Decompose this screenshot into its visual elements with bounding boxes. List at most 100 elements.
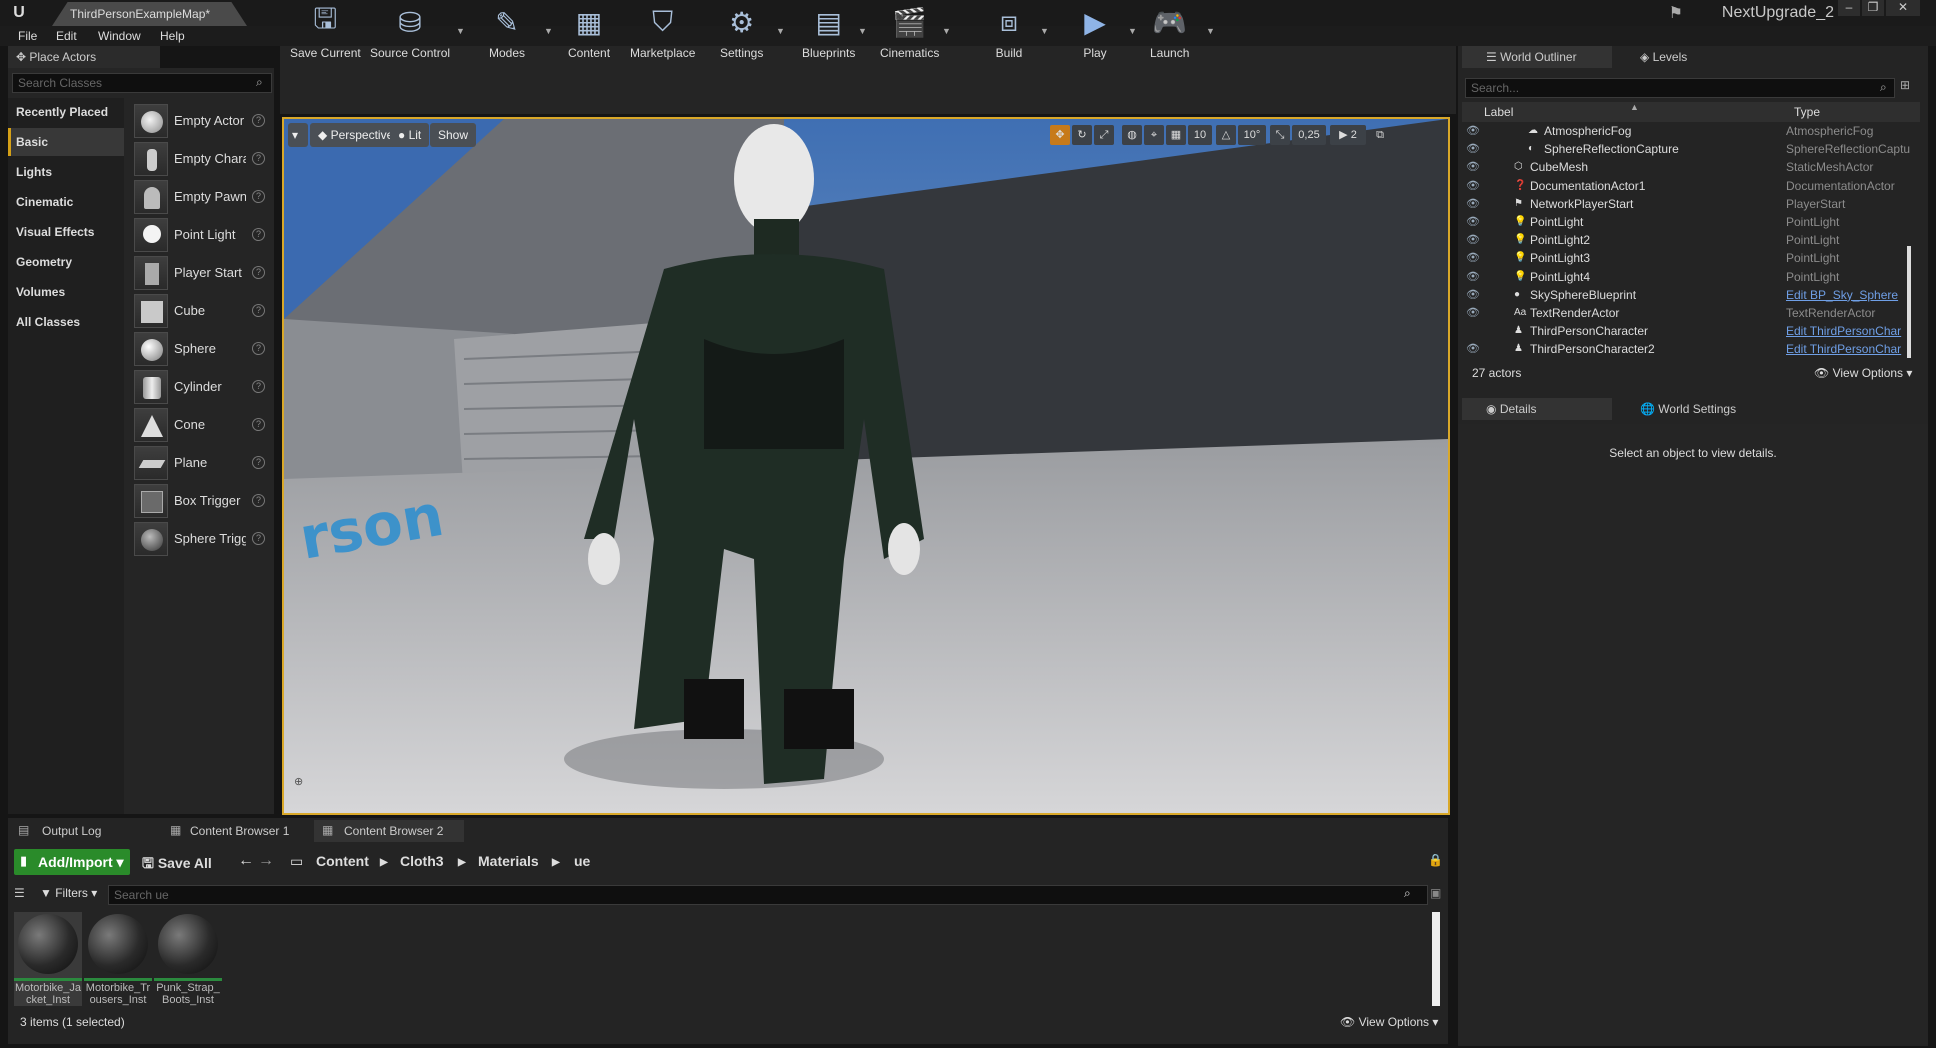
tab-world-settings[interactable]: 🌐 World Settings bbox=[1616, 398, 1756, 420]
actor-item[interactable]: Empty Pawn? bbox=[130, 178, 270, 218]
outliner-row[interactable]: 👁 💡 PointLight4 PointLight bbox=[1462, 268, 1912, 286]
outliner-add-icon[interactable]: ⊞ bbox=[1900, 78, 1910, 92]
outliner-view-options[interactable]: 👁 View Options ▾ bbox=[1814, 366, 1912, 380]
visibility-eye-icon[interactable]: 👁 bbox=[1466, 231, 1480, 249]
actor-item[interactable]: Sphere? bbox=[130, 330, 270, 370]
tab-content-browser-2[interactable]: Content Browser 2 bbox=[314, 820, 464, 842]
visibility-eye-icon[interactable]: 👁 bbox=[1466, 304, 1480, 322]
visibility-eye-icon[interactable]: 👁 bbox=[1466, 340, 1480, 358]
forward-arrow-icon[interactable]: → bbox=[258, 852, 274, 870]
help-icon[interactable]: ? bbox=[252, 266, 265, 279]
help-icon[interactable]: ? bbox=[252, 190, 265, 203]
outliner-row[interactable]: 👁 💡 PointLight2 PointLight bbox=[1462, 231, 1912, 249]
dropdown-arrow-icon[interactable]: ▼ bbox=[776, 26, 785, 36]
category-cinematic[interactable]: Cinematic bbox=[8, 188, 124, 216]
translate-mode-icon[interactable]: ✥ bbox=[1050, 125, 1070, 145]
toolbar-button-modes[interactable]: ✎ Modes bbox=[488, 4, 526, 64]
category-geometry[interactable]: Geometry bbox=[8, 248, 124, 276]
visibility-eye-icon[interactable]: 👁 bbox=[1466, 177, 1480, 195]
toolbar-button-play[interactable]: ▶ Play bbox=[1076, 4, 1114, 64]
save-all-button[interactable]: 🖫 Save All bbox=[142, 853, 212, 877]
outliner-search-input[interactable]: Search... bbox=[1465, 78, 1895, 98]
menu-window[interactable]: Window bbox=[98, 26, 141, 46]
tab-details[interactable]: ◉ Details bbox=[1462, 398, 1612, 420]
menu-help[interactable]: Help bbox=[160, 26, 185, 46]
outliner-row[interactable]: ♟ ThirdPersonCharacter Edit ThirdPersonCha… bbox=[1462, 322, 1912, 340]
outliner-row[interactable]: 👁 ☁ AtmosphericFog AtmosphericFog bbox=[1462, 122, 1912, 140]
world-space-icon[interactable]: ◍ bbox=[1122, 125, 1142, 145]
toolbar-button-save[interactable]: 🖫 Save Current bbox=[290, 3, 361, 64]
help-icon[interactable]: ? bbox=[252, 152, 265, 165]
help-icon[interactable]: ? bbox=[252, 456, 265, 469]
visibility-eye-icon[interactable]: 👁 bbox=[1466, 122, 1480, 140]
breadcrumb-ue[interactable]: ue bbox=[574, 853, 590, 869]
maximize-viewport-icon[interactable]: ⧉ bbox=[1370, 125, 1390, 145]
actor-item[interactable]: Empty Chara? bbox=[130, 140, 270, 180]
edit-blueprint-link[interactable]: Edit ThirdPersonChar bbox=[1786, 340, 1910, 358]
search-classes-input[interactable]: Search Classes bbox=[12, 73, 272, 93]
toolbar-button-source-control[interactable]: ⛁ Source Control bbox=[370, 4, 450, 64]
col-label[interactable]: Label bbox=[1484, 105, 1513, 119]
toolbar-button-settings[interactable]: ⚙ Settings bbox=[720, 4, 763, 64]
rotation-snap-value[interactable]: 10° bbox=[1238, 125, 1266, 145]
category-recently-placed[interactable]: Recently Placed bbox=[8, 98, 124, 126]
show-button[interactable]: Show bbox=[430, 123, 477, 147]
category-lights[interactable]: Lights bbox=[8, 158, 124, 186]
scale-snap-value[interactable]: 0,25 bbox=[1292, 125, 1326, 145]
toolbar-button-build[interactable]: ⧈ Build bbox=[990, 4, 1028, 64]
rotate-mode-icon[interactable]: ↻ bbox=[1072, 125, 1092, 145]
tab-content-browser-1[interactable]: Content Browser 1 bbox=[160, 820, 310, 842]
surface-snap-icon[interactable]: ⌖ bbox=[1144, 125, 1164, 145]
back-arrow-icon[interactable]: ← bbox=[238, 852, 254, 870]
minimize-button[interactable]: – bbox=[1838, 0, 1860, 16]
viewport-options-dropdown[interactable]: ▾ bbox=[288, 123, 308, 147]
tab-levels[interactable]: ◈ Levels bbox=[1616, 46, 1756, 68]
grid-snap-value[interactable]: 10 bbox=[1188, 125, 1212, 145]
notification-flag-icon[interactable]: ⚑ bbox=[1669, 3, 1683, 23]
toolbar-button-launch[interactable]: 🎮 Launch bbox=[1150, 4, 1189, 64]
edit-blueprint-link[interactable]: Edit ThirdPersonChar bbox=[1786, 322, 1910, 340]
help-icon[interactable]: ? bbox=[252, 418, 265, 431]
filters-button[interactable]: ▼ Filters ▾ bbox=[40, 886, 97, 900]
dropdown-arrow-icon[interactable]: ▼ bbox=[1206, 26, 1215, 36]
perspective-button[interactable]: ◆ Perspective bbox=[310, 123, 402, 147]
help-icon[interactable]: ? bbox=[252, 494, 265, 507]
content-settings-icon[interactable]: ▣ bbox=[1430, 886, 1441, 900]
actor-item[interactable]: Point Light? bbox=[130, 216, 270, 256]
actor-item[interactable]: Empty Actor? bbox=[130, 102, 270, 142]
outliner-row[interactable]: 👁 💡 PointLight PointLight bbox=[1462, 213, 1912, 231]
lock-icon[interactable]: 🔒 bbox=[1428, 853, 1443, 867]
menu-file[interactable]: File bbox=[18, 26, 37, 46]
visibility-eye-icon[interactable]: 👁 bbox=[1466, 268, 1480, 286]
asset-tile[interactable]: Motorbike_Jacket_Inst bbox=[14, 912, 82, 1006]
actor-item[interactable]: Player Start? bbox=[130, 254, 270, 294]
outliner-row[interactable]: 👁 ● SkySphereBlueprint Edit BP_Sky_Sphere bbox=[1462, 286, 1912, 304]
outliner-row[interactable]: 👁 ❓ DocumentationActor1 DocumentationActor bbox=[1462, 177, 1912, 195]
actor-item[interactable]: Plane? bbox=[130, 444, 270, 484]
help-icon[interactable]: ? bbox=[252, 228, 265, 241]
content-view-options[interactable]: 👁 View Options ▾ bbox=[1340, 1015, 1438, 1029]
rotation-snap-icon[interactable]: △ bbox=[1216, 125, 1236, 145]
col-type[interactable]: Type bbox=[1794, 105, 1820, 119]
actor-item[interactable]: Cone? bbox=[130, 406, 270, 446]
visibility-eye-icon[interactable]: 👁 bbox=[1466, 286, 1480, 304]
actor-item[interactable]: Box Trigger? bbox=[130, 482, 270, 522]
category-all-classes[interactable]: All Classes bbox=[8, 308, 124, 336]
outliner-row[interactable]: 👁 Aa TextRenderActor TextRenderActor bbox=[1462, 304, 1912, 322]
outliner-row[interactable]: 👁 ⬡ CubeMesh StaticMeshActor bbox=[1462, 158, 1912, 176]
help-icon[interactable]: ? bbox=[252, 532, 265, 545]
dropdown-arrow-icon[interactable]: ▼ bbox=[1128, 26, 1137, 36]
level-viewport[interactable]: rson ▾ ◆ Perspective ● Lit Show ✥ ↻ ⤢ ◍ … bbox=[282, 117, 1450, 815]
sources-toggle-icon[interactable]: ☰ bbox=[14, 886, 25, 900]
actor-item[interactable]: Cube? bbox=[130, 292, 270, 332]
dropdown-arrow-icon[interactable]: ▼ bbox=[1040, 26, 1049, 36]
breadcrumb-materials[interactable]: Materials bbox=[478, 853, 539, 869]
dropdown-arrow-icon[interactable]: ▼ bbox=[544, 26, 553, 36]
dropdown-arrow-icon[interactable]: ▼ bbox=[858, 26, 867, 36]
camera-speed-button[interactable]: ▶ 2 bbox=[1330, 125, 1366, 145]
add-import-button[interactable]: Add/Import ▾ bbox=[14, 849, 130, 875]
actor-item[interactable]: Cylinder? bbox=[130, 368, 270, 408]
content-scrollbar[interactable] bbox=[1432, 912, 1440, 1006]
edit-blueprint-link[interactable]: Edit BP_Sky_Sphere bbox=[1786, 286, 1910, 304]
outliner-row[interactable]: 👁 ♟ ThirdPersonCharacter2 Edit ThirdPersonC… bbox=[1462, 340, 1912, 358]
